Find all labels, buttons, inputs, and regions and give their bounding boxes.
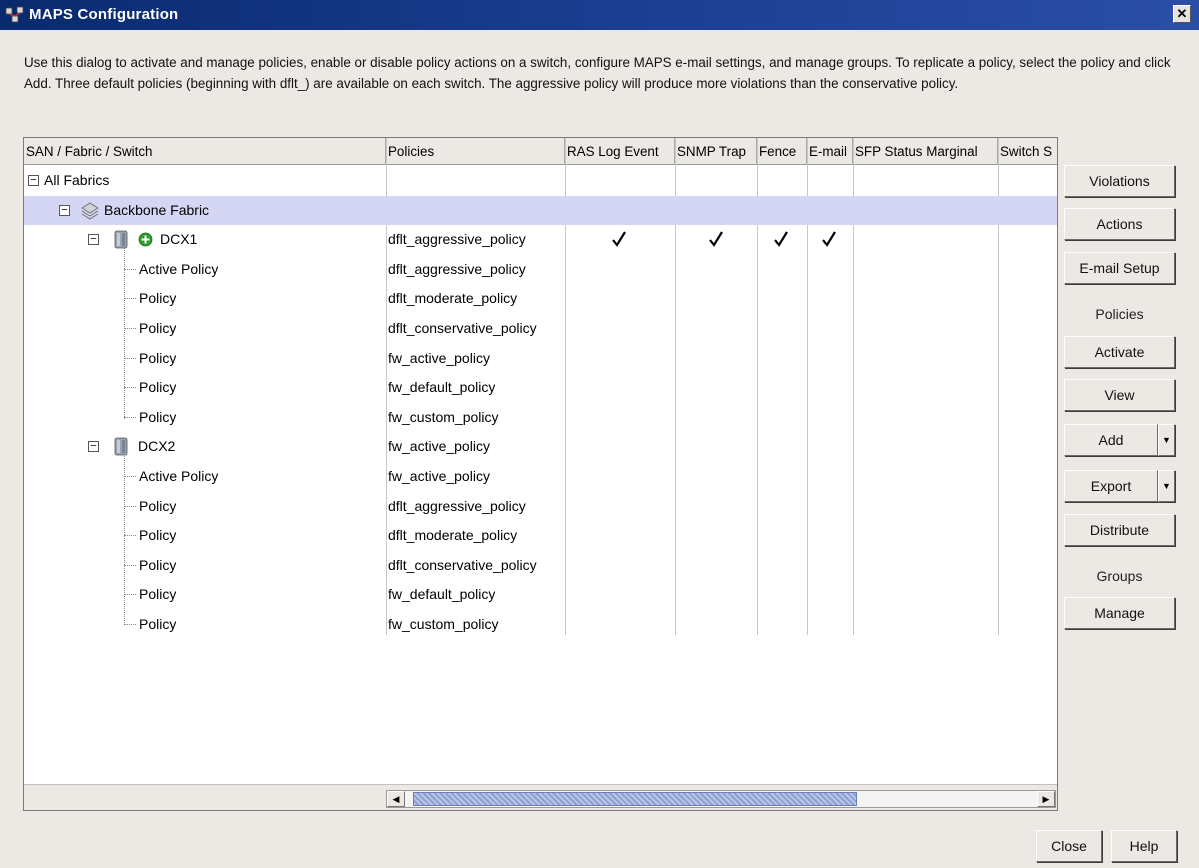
row-policy: fw_default_policy (388, 379, 496, 396)
checkmark-icon (774, 231, 788, 248)
fabric-icon (81, 202, 99, 220)
row-name: Policy (139, 408, 177, 425)
table-row[interactable]: Policy dflt_aggressive_policy (24, 492, 1057, 522)
violations-button[interactable]: Violations (1064, 165, 1175, 197)
row-name: DCX2 (138, 438, 176, 455)
table-row[interactable]: − DCX2 fw_active_policy (24, 432, 1057, 462)
scrollbar-track[interactable]: ◀ ▶ (386, 790, 1056, 808)
row-policy: dflt_conservative_policy (388, 320, 537, 336)
window-title: MAPS Configuration (29, 6, 179, 23)
table-row[interactable]: Active Policy fw_active_policy (24, 462, 1057, 492)
checkmark-icon (612, 231, 626, 248)
table-row[interactable]: Policy dflt_conservative_policy (24, 551, 1057, 581)
table-row[interactable]: − Backbone Fabric (24, 195, 1057, 226)
horizontal-scrollbar[interactable]: ◀ ▶ (24, 784, 1057, 810)
activate-button[interactable]: Activate (1064, 336, 1175, 368)
table-row[interactable]: Policy dflt_moderate_policy (24, 521, 1057, 551)
table-row[interactable]: Policy fw_default_policy (24, 580, 1057, 610)
table-header: SAN / Fabric / Switch Policies RAS Log E… (24, 138, 1057, 165)
close-window-icon[interactable]: ✕ (1173, 5, 1191, 23)
email-setup-button[interactable]: E-mail Setup (1064, 252, 1175, 284)
table-row[interactable]: Policy dflt_moderate_policy (24, 284, 1057, 314)
row-policy: fw_active_policy (388, 438, 490, 455)
collapse-toggle[interactable]: − (88, 441, 99, 453)
title-bar: MAPS Configuration ✕ (0, 0, 1199, 30)
actions-button[interactable]: Actions (1064, 208, 1175, 240)
row-name: Active Policy (139, 468, 219, 484)
row-name: Backbone Fabric (104, 201, 210, 218)
row-name: Policy (139, 320, 177, 336)
row-policy: dflt_aggressive_policy (388, 260, 526, 277)
row-policy: dflt_aggressive_policy (388, 231, 526, 248)
help-button[interactable]: Help (1111, 830, 1177, 862)
row-name: Policy (139, 290, 177, 307)
table-row[interactable]: Policy fw_default_policy (24, 373, 1057, 403)
column-header-fence[interactable]: Fence (757, 138, 807, 165)
table-row[interactable]: Policy fw_active_policy (24, 344, 1057, 374)
policy-tree-table[interactable]: SAN / Fabric / Switch Policies RAS Log E… (23, 137, 1058, 811)
column-header-sfp-status-marginal[interactable]: SFP Status Marginal (853, 138, 998, 165)
close-button[interactable]: Close (1036, 830, 1102, 862)
table-row[interactable]: − DCX1 dflt_aggressive_policy (24, 225, 1057, 255)
switch-icon (114, 230, 128, 249)
row-policy: dflt_conservative_policy (388, 556, 537, 573)
row-policy: dflt_moderate_policy (388, 290, 518, 307)
distribute-button[interactable]: Distribute (1064, 514, 1175, 546)
table-row[interactable]: Policy fw_custom_policy (24, 403, 1057, 433)
groups-section-label: Groups (1096, 568, 1143, 584)
column-header-snmp-trap[interactable]: SNMP Trap (675, 138, 757, 165)
row-name: Policy (139, 556, 177, 573)
maps-app-icon (5, 6, 24, 23)
column-header-ras-log-event[interactable]: RAS Log Event (565, 138, 675, 165)
row-policy: fw_custom_policy (388, 616, 499, 632)
row-policy: dflt_aggressive_policy (388, 497, 526, 514)
view-button[interactable]: View (1064, 379, 1175, 411)
row-policy: fw_active_policy (388, 349, 490, 366)
table-row[interactable]: Policy fw_custom_policy (24, 610, 1057, 640)
column-header-san-fabric-switch[interactable]: SAN / Fabric / Switch (24, 138, 386, 165)
row-name: Policy (139, 349, 177, 366)
column-header-email[interactable]: E-mail (807, 138, 853, 165)
row-name: Policy (139, 527, 177, 544)
policies-section-label: Policies (1095, 306, 1144, 322)
row-name: Policy (139, 379, 177, 396)
row-name: Active Policy (139, 260, 219, 277)
table-row[interactable]: Active Policy dflt_aggressive_policy (24, 255, 1057, 285)
dropdown-arrow-icon[interactable]: ▼ (1158, 424, 1175, 456)
row-policy: fw_default_policy (388, 586, 496, 603)
manage-button[interactable]: Manage (1064, 597, 1175, 629)
row-name: All Fabrics (44, 172, 110, 188)
table-row[interactable]: Policy dflt_conservative_policy (24, 314, 1057, 344)
switch-icon (114, 437, 128, 456)
collapse-toggle[interactable]: − (88, 234, 99, 246)
row-policy: dflt_moderate_policy (388, 527, 518, 544)
status-ok-icon (138, 232, 153, 247)
column-header-policies[interactable]: Policies (386, 138, 565, 165)
description-text: Use this dialog to activate and manage p… (24, 55, 1171, 91)
checkmark-icon (822, 231, 836, 248)
collapse-toggle[interactable]: − (28, 175, 39, 186)
scroll-right-icon[interactable]: ▶ (1037, 791, 1055, 807)
scroll-left-icon[interactable]: ◀ (387, 791, 405, 807)
scrollbar-thumb[interactable] (413, 792, 857, 806)
row-name: DCX1 (160, 231, 198, 248)
export-button[interactable]: Export (1064, 470, 1158, 502)
row-name: Policy (139, 497, 177, 514)
dropdown-arrow-icon[interactable]: ▼ (1158, 470, 1175, 502)
row-policy: fw_active_policy (388, 468, 490, 484)
row-name: Policy (139, 586, 177, 603)
row-policy: fw_custom_policy (388, 408, 499, 425)
collapse-toggle[interactable]: − (59, 204, 70, 216)
table-row[interactable]: − All Fabrics (24, 166, 1057, 196)
add-button[interactable]: Add (1064, 424, 1158, 456)
checkmark-icon (709, 231, 723, 248)
row-name: Policy (139, 616, 177, 632)
column-header-switch-status[interactable]: Switch S (998, 138, 1057, 165)
